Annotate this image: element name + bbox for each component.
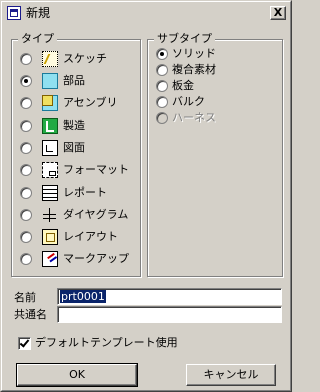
subtype-group-label: サブタイプ <box>154 32 215 46</box>
type-option-diagram[interactable]: ダイヤグラム <box>20 206 128 224</box>
type-radio-markup[interactable] <box>20 253 32 265</box>
sketch-icon <box>42 51 58 67</box>
subtype-label-solid: ソリッド <box>172 47 216 60</box>
type-option-format[interactable]: フォーマット <box>20 161 129 179</box>
subtype-label-bulk: バルク <box>172 95 205 108</box>
subtype-radio-sheetmetal[interactable] <box>156 80 168 92</box>
type-option-drawing[interactable]: 図面 <box>20 139 85 157</box>
subtype-radio-solid[interactable] <box>156 48 168 60</box>
type-radio-report[interactable] <box>20 187 32 199</box>
type-radio-sketch[interactable] <box>20 53 32 65</box>
name-label: 名前 <box>14 291 36 304</box>
report-icon <box>42 185 58 201</box>
subtype-radio-bulk[interactable] <box>156 96 168 108</box>
type-label-assembly: アセンブリ <box>63 96 118 109</box>
common-name-label: 共通名 <box>14 308 47 321</box>
title-bar[interactable]: 新規 X <box>4 4 288 22</box>
type-radio-diagram[interactable] <box>20 209 32 221</box>
type-radio-part[interactable] <box>20 75 32 87</box>
common-name-input[interactable] <box>57 306 282 323</box>
dialog-title: 新規 <box>26 6 51 20</box>
dialog-icon <box>7 6 21 20</box>
assembly-icon <box>42 95 58 111</box>
subtype-option-harness: ハーネス <box>156 109 216 127</box>
type-label-format: フォーマット <box>63 163 129 176</box>
type-label-drawing: 図面 <box>63 141 85 154</box>
subtype-group: サブタイプ ソリッド 複合素材 板金 バルク ハーネス <box>147 32 283 277</box>
manufacturing-icon <box>42 118 58 134</box>
subtype-label-composite: 複合素材 <box>172 63 216 76</box>
type-option-markup[interactable]: マークアップ <box>20 250 129 268</box>
diagram-icon <box>42 207 58 223</box>
type-option-assembly[interactable]: アセンブリ <box>20 94 117 112</box>
subtype-label-harness: ハーネス <box>172 111 216 124</box>
subtype-radio-composite[interactable] <box>156 64 168 76</box>
type-option-manufacturing[interactable]: 製造 <box>20 117 85 135</box>
subtype-label-sheetmetal: 板金 <box>172 79 194 92</box>
name-input-value: prt0001 <box>60 290 106 303</box>
subtype-radio-harness <box>156 112 168 124</box>
type-radio-format[interactable] <box>20 164 32 176</box>
type-label-sketch: スケッチ <box>63 52 107 65</box>
type-label-diagram: ダイヤグラム <box>63 208 129 221</box>
type-option-layout[interactable]: レイアウト <box>20 228 118 246</box>
type-label-manufacturing: 製造 <box>63 119 85 132</box>
default-template-checkbox[interactable] <box>18 337 31 350</box>
format-icon <box>42 162 58 178</box>
type-label-report: レポート <box>63 186 107 199</box>
name-input[interactable]: prt0001 <box>57 288 282 305</box>
type-label-layout: レイアウト <box>63 230 118 243</box>
type-option-sketch[interactable]: スケッチ <box>20 50 107 68</box>
type-radio-manufacturing[interactable] <box>20 120 32 132</box>
layout-icon <box>42 229 58 245</box>
type-label-part: 部品 <box>63 74 85 87</box>
ok-button[interactable]: OK <box>16 363 138 387</box>
type-radio-layout[interactable] <box>20 231 32 243</box>
type-option-report[interactable]: レポート <box>20 184 107 202</box>
close-button[interactable]: X <box>270 6 286 20</box>
type-group-label: タイプ <box>18 32 57 46</box>
markup-icon <box>42 251 58 267</box>
type-radio-drawing[interactable] <box>20 142 32 154</box>
dialog-frame: 新規 X タイプ スケッチ 部品 アセンブリ 製造 図面 フォーマット レポート… <box>1 1 291 391</box>
default-template-label[interactable]: デフォルトテンプレート使用 <box>35 335 178 351</box>
type-radio-assembly[interactable] <box>20 97 32 109</box>
drawing-icon <box>42 140 58 156</box>
cancel-button[interactable]: キャンセル <box>186 364 276 386</box>
part-icon <box>42 73 58 89</box>
new-dialog: 新規 X タイプ スケッチ 部品 アセンブリ 製造 図面 フォーマット レポート… <box>0 0 292 392</box>
type-group: タイプ スケッチ 部品 アセンブリ 製造 図面 フォーマット レポート ダイヤグ… <box>11 32 141 277</box>
type-label-markup: マークアップ <box>63 252 129 265</box>
type-option-part[interactable]: 部品 <box>20 72 85 90</box>
